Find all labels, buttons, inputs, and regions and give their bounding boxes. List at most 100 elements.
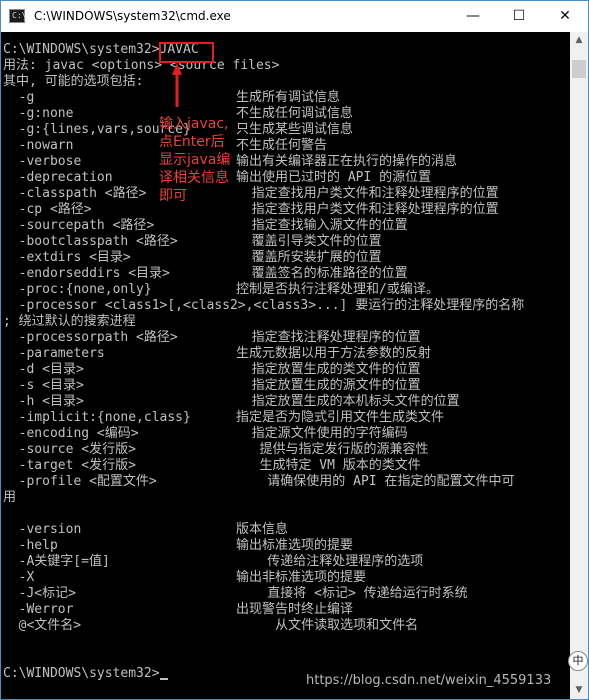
console-line-text: -d <目录> [3, 362, 84, 377]
console-line-description: 生成特定 VM 版本的类文件 [236, 458, 421, 473]
console-line-text: @<文件名> [3, 618, 82, 633]
console-line-description: 不生成任何警告 [236, 138, 328, 153]
console-line-text: -implicit:{none,class} [3, 410, 191, 425]
console-line-text: ; 绕过默认的搜索进程 [3, 314, 136, 329]
console-line-text: -A关键字[=值] [3, 554, 110, 569]
console-line: ; 绕过默认的搜索进程 [3, 314, 136, 330]
console-line-text: -g:none [3, 106, 74, 121]
console-line-description: 指定放置生成的本机标头文件的位置 [236, 394, 460, 409]
console-output[interactable]: C:\WINDOWS\system32>JAVAC 用法: javac <opti… [1, 32, 570, 699]
minimize-button[interactable]: — [450, 1, 496, 32]
console-line: -version 版本信息 [3, 522, 288, 538]
title-bar[interactable]: C:\ C:\WINDOWS\system32\cmd.exe — ☐ ✕ [1, 1, 588, 32]
console-line: -h <目录> 指定放置生成的本机标头文件的位置 [3, 394, 460, 410]
scroll-up-arrow-icon[interactable]: ▲ [570, 32, 588, 49]
console-line: -processor <class1>[,<class2>,<class3>..… [3, 298, 525, 314]
console-line-text: -g [3, 90, 35, 105]
console-line-text: 用法: javac <options> <source files> [3, 58, 280, 73]
console-line-text: 用 [3, 490, 17, 505]
console-line-description: 输出标准选项的提要 [236, 538, 354, 553]
console-line-description: 指定源文件使用的字符编码 [236, 426, 408, 441]
console-line-text: -endorseddirs <目录> [3, 266, 170, 281]
console-line: -A关键字[=值] 传递给注释处理程序的选项 [3, 554, 424, 570]
console-line-text: 其中, 可能的选项包括: [3, 74, 144, 89]
console-line: -nowarn 不生成任何警告 [3, 138, 327, 154]
cmd-window: C:\ C:\WINDOWS\system32\cmd.exe — ☐ ✕ C:… [0, 0, 589, 700]
console-line-description: 出现警告时终止编译 [236, 602, 354, 617]
console-line-description: 生成所有调试信息 [236, 90, 341, 105]
console-line: -sourcepath <路径> 指定查找输入源文件的位置 [3, 218, 408, 234]
text-cursor [159, 678, 168, 680]
console-line-text: -processorpath <路径> [3, 330, 178, 345]
console-line-text: -J<标记> [3, 586, 76, 601]
console-line: -endorseddirs <目录> 覆盖签名的标准路径的位置 [3, 266, 408, 282]
console-line: @<文件名> 从文件读取选项和文件名 [3, 618, 419, 634]
console-line-description: 控制是否执行注释处理和/或编译。 [236, 282, 439, 297]
console-line: -extdirs <目录> 覆盖所安装扩展的位置 [3, 250, 382, 266]
console-line: -deprecation 输出使用已过时的 API 的源位置 [3, 170, 432, 186]
console-line: -verbose 输出有关编译器正在执行的操作的消息 [3, 154, 457, 170]
annotation-text: 输入javac, 点Enter后 显示java编 译相关信息 即可 [159, 116, 231, 204]
console-line-description: 直接将 <标记> 传递给运行时系统 [236, 586, 468, 601]
console-line-description: 输出使用已过时的 API 的源位置 [236, 170, 432, 185]
console-line-text: -extdirs <目录> [3, 250, 131, 265]
scroll-down-arrow-icon[interactable]: ▼ [570, 682, 588, 699]
console-line-text: -encoding <编码> [3, 426, 139, 441]
console-line: -parameters 生成元数据以用于方法参数的反射 [3, 346, 431, 362]
console-line-description: 指定放置生成的源文件的位置 [236, 378, 421, 393]
console-line-description: 指定查找输入源文件的位置 [236, 218, 408, 233]
console-line-description: 输出有关编译器正在执行的操作的消息 [236, 154, 458, 169]
console-line: -J<标记> 直接将 <标记> 传递给运行时系统 [3, 586, 468, 602]
console-line-description: 覆盖签名的标准路径的位置 [236, 266, 408, 281]
console-line-text: -parameters [3, 346, 105, 361]
console-line-text: -h <目录> [3, 394, 84, 409]
console-line-description: 指定查找用户类文件和注释处理程序的位置 [236, 202, 499, 217]
console-line-description: 请确保使用的 API 在指定的配置文件中可 [236, 474, 515, 489]
console-line-text: -profile <配置文件> [3, 474, 157, 489]
console-line: -cp <路径> 指定查找用户类文件和注释处理程序的位置 [3, 202, 499, 218]
console-line: -g:none 不生成任何调试信息 [3, 106, 353, 122]
console-line-description: 覆盖引导类文件的位置 [236, 234, 382, 249]
console-line-description: 输出非标准选项的提要 [236, 570, 367, 585]
close-button[interactable]: ✕ [542, 1, 588, 32]
vertical-scrollbar[interactable]: ▲ ▼ [570, 32, 588, 699]
console-line-description: 指定查找注释处理程序的位置 [236, 330, 421, 345]
console-line-description: 从文件读取选项和文件名 [236, 618, 419, 633]
console-line-description: 传递给注释处理程序的选项 [236, 554, 424, 569]
console-line: 其中, 可能的选项包括: [3, 74, 143, 90]
console-line-description: 版本信息 [236, 522, 289, 537]
console-line: -proc:{none,only} 控制是否执行注释处理和/或编译。 [3, 282, 439, 298]
console-line: -source <发行版> 提供与指定发行版的源兼容性 [3, 442, 429, 458]
console-line-text: -processor <class1>[,<class2>,<class3>..… [3, 298, 525, 313]
console-line: -help 输出标准选项的提要 [3, 538, 353, 554]
console-line-text: C:\WINDOWS\system32> [3, 666, 160, 681]
console-line: -Werror 出现警告时终止编译 [3, 602, 353, 618]
console-line-text: -version [3, 522, 82, 537]
console-line: -classpath <路径> 指定查找用户类文件和注释处理程序的位置 [3, 186, 499, 202]
console-line: -g 生成所有调试信息 [3, 90, 340, 106]
console-line: 用法: javac <options> <source files> [3, 58, 279, 74]
console-line-description: 指定查找用户类文件和注释处理程序的位置 [236, 186, 499, 201]
console-line-text: -bootclasspath <路径> [3, 234, 178, 249]
console-line-description: 不生成任何调试信息 [236, 106, 354, 121]
console-line-description: 指定是否为隐式引用文件生成类文件 [236, 410, 445, 425]
maximize-button[interactable]: ☐ [496, 1, 542, 32]
console-line: -s <目录> 指定放置生成的源文件的位置 [3, 378, 421, 394]
console-line-description: 覆盖所安装扩展的位置 [236, 250, 382, 265]
ime-indicator-icon[interactable]: 中 [568, 651, 588, 671]
console-line-text: -target <发行版> [3, 458, 136, 473]
window-title: C:\WINDOWS\system32\cmd.exe [34, 9, 231, 23]
console-line-text: -help [3, 538, 58, 553]
scrollbar-thumb[interactable] [572, 60, 586, 78]
console-line: -implicit:{none,class} 指定是否为隐式引用文件生成类文件 [3, 410, 444, 426]
console-line-text: -cp <路径> [3, 202, 92, 217]
console-line: -bootclasspath <路径> 覆盖引导类文件的位置 [3, 234, 382, 250]
console-line-description: 生成元数据以用于方法参数的反射 [236, 346, 432, 361]
console-line: -X 输出非标准选项的提要 [3, 570, 366, 586]
annotation-arrow-icon [172, 63, 182, 107]
javac-highlight-box [159, 42, 214, 63]
console-line: C:\WINDOWS\system32> [3, 666, 168, 682]
console-line: -d <目录> 指定放置生成的类文件的位置 [3, 362, 421, 378]
console-line-description: 只生成某些调试信息 [236, 122, 354, 137]
console-line: -processorpath <路径> 指定查找注释处理程序的位置 [3, 330, 421, 346]
